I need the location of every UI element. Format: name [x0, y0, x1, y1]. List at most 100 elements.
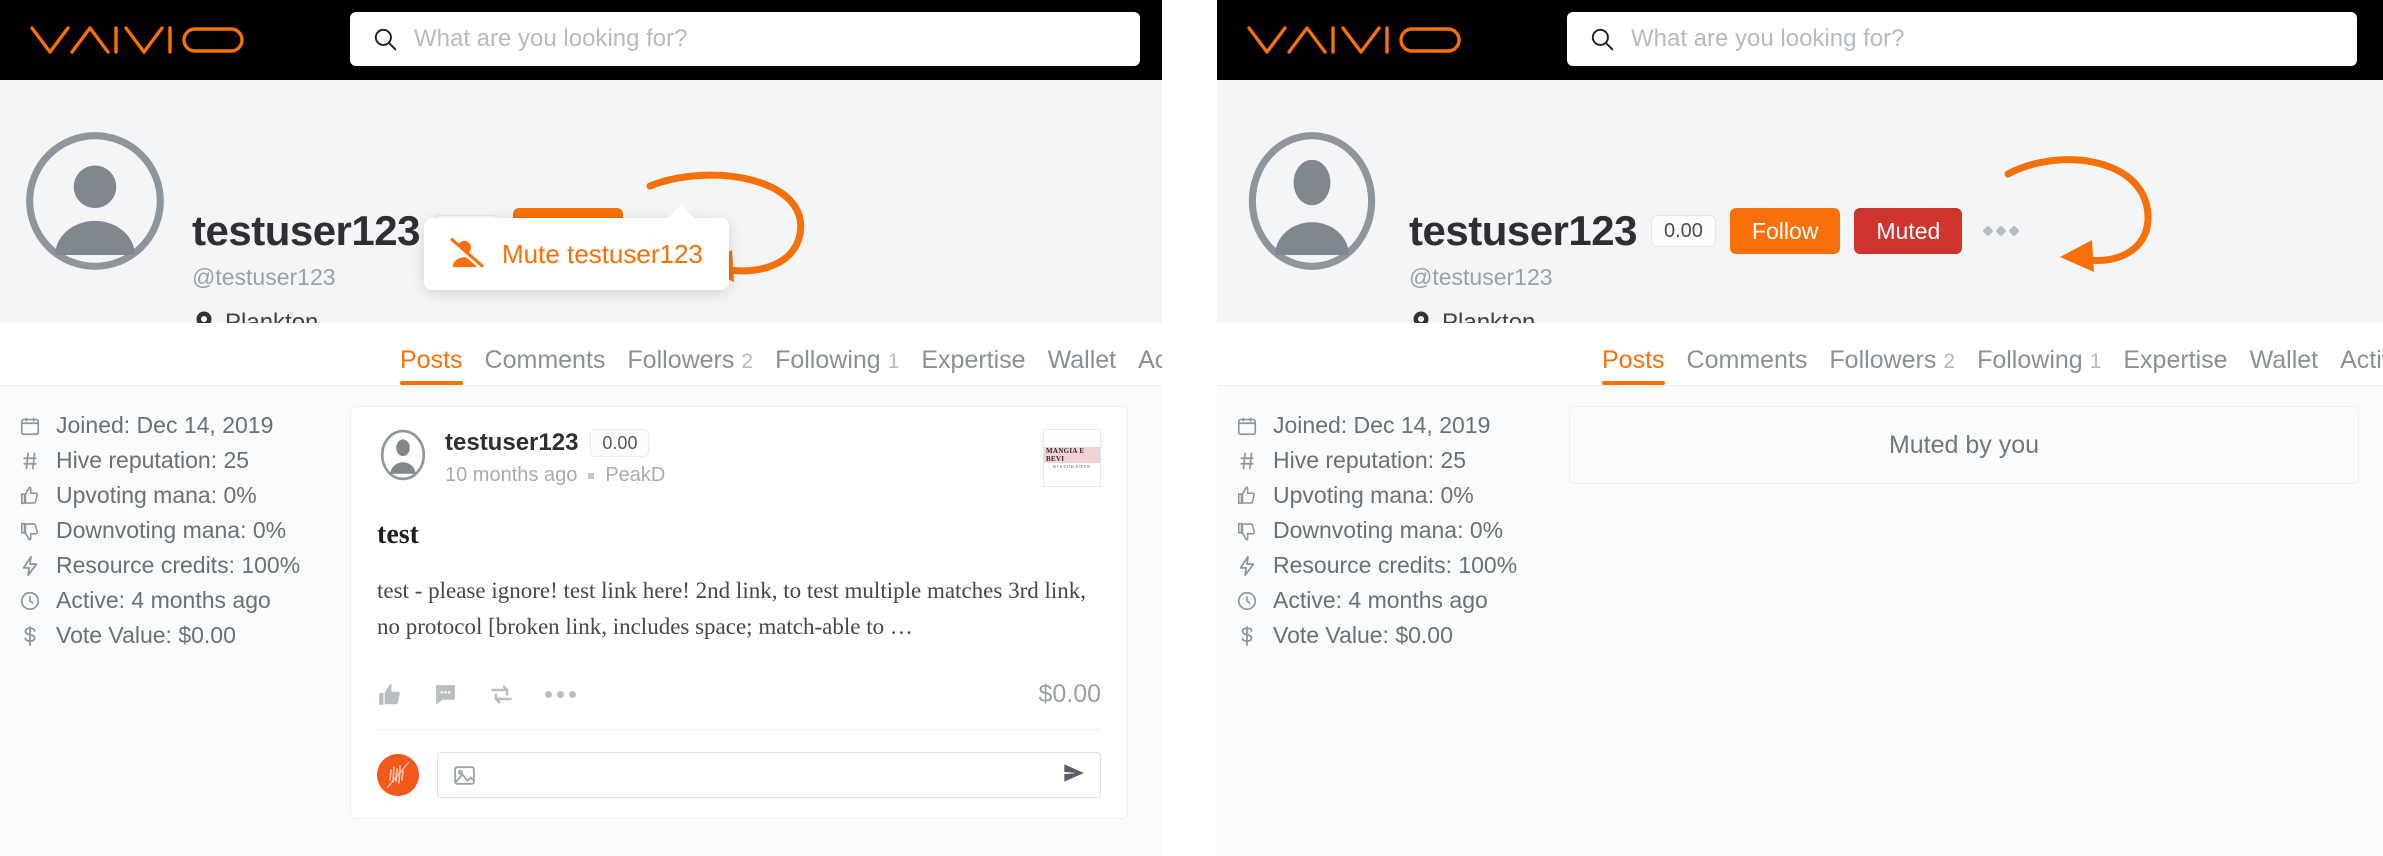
profile-handle: @testuser123 — [1409, 264, 1553, 291]
tab-label: Wallet — [2249, 346, 2319, 374]
reblog-icon[interactable] — [488, 681, 515, 708]
tab-wallet[interactable]: Wallet — [2250, 346, 2319, 375]
stat-row: Downvoting mana: 0% — [18, 513, 338, 548]
calendar-icon — [1235, 415, 1259, 437]
stat-text: Hive reputation: 25 — [1273, 447, 1467, 473]
waivio-logo[interactable] — [28, 13, 288, 67]
like-icon[interactable] — [377, 682, 403, 708]
stat-text: Active: 4 months ago — [1273, 587, 1488, 613]
waivio-logo-2[interactable] — [1245, 13, 1505, 67]
follow-button[interactable]: Follow — [1729, 208, 1841, 255]
separator-dot — [588, 472, 595, 479]
tab-following[interactable]: Following 1 — [775, 346, 899, 375]
wallet-balance-badge: 0.00 — [1650, 215, 1716, 248]
dollar-icon — [1235, 625, 1259, 647]
thumb-down-icon — [1235, 520, 1259, 542]
stat-row: Upvoting mana: 0% — [18, 478, 338, 513]
stat-row: Joined: Dec 14, 2019 — [1235, 408, 1555, 443]
comment-icon[interactable] — [433, 682, 458, 707]
tab-label: Expertise — [921, 346, 1026, 374]
thumb-down-icon — [18, 520, 42, 542]
user-mute-icon — [450, 238, 484, 270]
tab-label: Following — [775, 346, 881, 374]
tab-comments[interactable]: Comments — [485, 346, 606, 375]
panel-divider — [1162, 0, 1217, 856]
calendar-icon — [18, 415, 42, 437]
tab-posts[interactable]: Posts — [1602, 346, 1665, 385]
current-user-avatar[interactable] — [377, 754, 419, 797]
stat-row: Active: 4 months ago — [18, 583, 338, 618]
stat-text: Vote Value: $0.00 — [56, 622, 236, 648]
clock-icon — [1235, 590, 1259, 612]
search-input[interactable] — [414, 25, 1074, 53]
avatar[interactable] — [1241, 130, 1383, 272]
thumb-up-icon — [1235, 485, 1259, 507]
tab-wallet[interactable]: Wallet — [1048, 346, 1117, 375]
post-thumbnail[interactable]: MANGIA E BEVI RISTORANTE — [1043, 429, 1101, 487]
thumbnail-line-1: MANGIA E BEVI — [1044, 447, 1100, 463]
dollar-icon — [18, 625, 42, 647]
search-input-2[interactable] — [1631, 25, 2291, 53]
profile-tabs-bar: Posts Comments Followers 2 Following 1 Experti… — [0, 323, 1162, 386]
tab-label: Comments — [484, 346, 606, 374]
ellipsis-icon-dot — [1995, 225, 2007, 237]
post-more-icon[interactable] — [545, 691, 576, 699]
hash-icon — [1235, 450, 1259, 472]
stat-text: Joined: Dec 14, 2019 — [56, 412, 274, 438]
tab-comments[interactable]: Comments — [1687, 346, 1808, 375]
stat-row: Joined: Dec 14, 2019 — [18, 408, 338, 443]
profile-more-menu-button[interactable] — [1976, 225, 2026, 237]
stat-text: Resource credits: 100% — [1273, 552, 1518, 578]
tab-posts[interactable]: Posts — [400, 346, 463, 385]
profile-stats-list: Joined: Dec 14, 2019 Hive reputation: 25 U… — [18, 408, 338, 653]
tab-label: Comments — [1686, 346, 1808, 374]
tab-activity[interactable]: Activity — [1138, 346, 1162, 375]
tab-label: Followers — [627, 346, 735, 374]
post-author-name[interactable]: testuser123 — [445, 429, 578, 457]
mute-dropdown-menu[interactable]: Mute testuser123 — [424, 218, 729, 290]
muted-button[interactable]: Muted — [1854, 208, 1963, 255]
post-header: testuser123 0.00 10 months ago PeakD MAN… — [377, 429, 1101, 487]
global-search-box[interactable] — [350, 12, 1140, 66]
top-navigation-bar-2 — [1217, 0, 2383, 80]
tab-followers[interactable]: Followers 2 — [1829, 346, 1955, 375]
tab-count: 1 — [887, 350, 900, 373]
profile-body: Joined: Dec 14, 2019 Hive reputation: 25 U… — [0, 386, 1162, 856]
ellipsis-icon-dot — [1982, 225, 1994, 237]
post-title[interactable]: test — [377, 519, 1101, 551]
tab-label: Posts — [400, 346, 463, 374]
tab-followers[interactable]: Followers 2 — [627, 346, 753, 375]
mute-menu-item-label[interactable]: Mute testuser123 — [502, 239, 703, 270]
tab-expertise[interactable]: Expertise — [2123, 346, 2227, 375]
profile-stats-list-2: Joined: Dec 14, 2019 Hive reputation: 25 U… — [1235, 408, 1555, 653]
tab-count: 1 — [2089, 350, 2102, 373]
page-title: testuser123 — [1409, 207, 1637, 255]
tab-label: Followers — [1829, 346, 1937, 374]
avatar[interactable] — [24, 130, 166, 272]
stat-row: Resource credits: 100% — [1235, 548, 1555, 583]
stat-text: Downvoting mana: 0% — [1273, 517, 1504, 543]
tab-following[interactable]: Following 1 — [1977, 346, 2101, 375]
stat-text: Upvoting mana: 0% — [56, 482, 257, 508]
post-author-avatar[interactable] — [377, 429, 429, 481]
stat-row: Vote Value: $0.00 — [18, 618, 338, 653]
tab-expertise[interactable]: Expertise — [921, 346, 1025, 375]
send-icon[interactable] — [1060, 760, 1086, 791]
search-icon — [1591, 28, 1614, 51]
tab-label: Following — [1977, 346, 2083, 374]
tab-label: Activity — [1138, 346, 1162, 374]
top-navigation-bar — [0, 0, 1162, 80]
profile-body-2: Joined: Dec 14, 2019 Hive reputation: 25 U… — [1217, 386, 2383, 856]
stat-text: Joined: Dec 14, 2019 — [1273, 412, 1491, 438]
tab-activity[interactable]: Activity — [2340, 346, 2383, 375]
post-author-badge: 0.00 — [590, 429, 650, 457]
tab-label: Expertise — [2123, 346, 2228, 374]
bolt-icon — [18, 555, 42, 577]
post-timestamp: 10 months ago — [445, 464, 578, 486]
comment-input[interactable] — [437, 752, 1101, 799]
post-body-preview: test - please ignore! test link here! 2n… — [377, 578, 1087, 639]
post-card[interactable]: testuser123 0.00 10 months ago PeakD MAN… — [350, 406, 1128, 820]
global-search-box-2[interactable] — [1567, 12, 2357, 66]
image-icon[interactable] — [452, 763, 477, 788]
post-meta: 10 months ago PeakD — [445, 464, 1027, 487]
